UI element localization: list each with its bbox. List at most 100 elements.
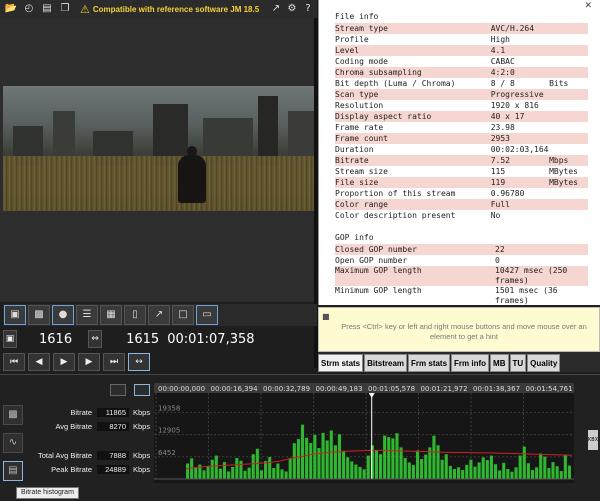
color-channels-button[interactable]: ● [52, 305, 74, 325]
bitrate-bar [481, 457, 485, 479]
graph-mode-toggle[interactable] [110, 384, 126, 396]
timecode: 00:01:07,358 [167, 331, 255, 347]
bitrate-bar [403, 458, 407, 479]
skip-to-start-button[interactable]: ⏮ [3, 353, 25, 371]
bitrate-histogram-icon[interactable]: ▤ [3, 461, 23, 481]
step-back-button[interactable]: ◀ [28, 353, 50, 371]
bitrate-bar [547, 467, 551, 479]
bitrate-bar [399, 447, 403, 479]
fullscreen-button[interactable]: ▭ [196, 305, 218, 325]
file-info-row: Stream size 115 MBytes [335, 166, 588, 177]
info-key: Stream type [335, 24, 388, 33]
bitrate-bar [485, 460, 489, 479]
info-key: Scan type [335, 90, 379, 99]
frame-end-icon[interactable]: ⇔ [88, 330, 103, 348]
info-value: 23.98 [490, 123, 515, 132]
gear-icon[interactable]: ⚙ [285, 2, 299, 16]
info-unit: Mbps [549, 156, 569, 165]
bitrate-bar [465, 464, 469, 479]
frame-start-icon[interactable]: ▣ [3, 330, 17, 348]
info-key: Color description present [335, 211, 456, 220]
tab-strm-stats[interactable]: Strm stats [318, 354, 364, 372]
info-key: Bitrate [335, 156, 369, 165]
line-chart-icon[interactable]: ∿ [3, 433, 23, 453]
bitrate-bar [374, 450, 378, 479]
info-unit [549, 210, 588, 221]
file-info-row: File size 119 MBytes [335, 177, 588, 188]
info-value: 119 [490, 178, 506, 187]
info-unit [549, 133, 588, 144]
bitrate-bar [518, 455, 522, 479]
warning-icon: ⚠ [80, 2, 90, 16]
bitrate-bar [190, 458, 194, 479]
skip-to-end-button[interactable]: ⏭ [103, 353, 125, 371]
info-value: 0.96780 [490, 189, 525, 198]
bitrate-bar [259, 470, 264, 479]
macroblock-button[interactable]: ▯ [124, 305, 146, 325]
top-toolbar: 📂 ◴ ▤ ❐ ⚠ Compatible with reference soft… [0, 0, 317, 18]
tab-tu[interactable]: TU [509, 354, 527, 372]
bitrate-bar [493, 464, 498, 479]
info-value: AVC/H.264 [490, 24, 535, 33]
copy-icon[interactable]: ❐ [58, 2, 72, 16]
info-unit [549, 89, 588, 100]
overlay-button[interactable]: □ [172, 305, 194, 325]
bitrate-bar [559, 471, 563, 479]
tab-bitstream[interactable]: Bitstream [364, 354, 408, 372]
bitrate-chart[interactable]: 00:00:00,000 00:00:16,394 00:00:32,789 00:0… [154, 383, 574, 483]
info-key: File size [335, 178, 379, 187]
step-forward-button[interactable]: ▶ [78, 353, 100, 371]
export-icon[interactable]: ↗ [269, 2, 283, 16]
bitrate-bar [535, 467, 539, 479]
app-window: 📂 ◴ ▤ ❐ ⚠ Compatible with reference soft… [0, 0, 600, 501]
bar-chart-icon[interactable]: ▩ [3, 405, 23, 425]
grid-button[interactable]: ▦ [100, 305, 122, 325]
tab-mb[interactable]: MB [490, 354, 509, 372]
bitrate-bar [436, 445, 440, 479]
bitrate-bar [272, 467, 276, 479]
play-button[interactable]: ▶ [53, 353, 75, 371]
bitrate-bar [469, 459, 473, 479]
stat-bitrate: Bitrate 11865 Kbps [70, 408, 151, 417]
info-unit [549, 111, 588, 122]
bitrate-bar [218, 468, 222, 479]
bitrate-bar [543, 456, 547, 479]
bitrate-bar [387, 437, 391, 479]
info-value: 1501 msec (36 frames) [495, 286, 558, 305]
close-icon[interactable]: ✕ [584, 1, 592, 11]
bitrate-bar [448, 465, 452, 479]
bitrate-bar [354, 464, 358, 479]
info-panel: ✕ File info Stream type AVC/H.264 Profile H… [318, 0, 600, 305]
display-mode-button[interactable]: ▣ [4, 305, 26, 325]
bitrate-bar [506, 469, 510, 479]
y-tick-label: 19358 [158, 404, 180, 412]
clock-icon[interactable]: ◴ [22, 2, 36, 16]
split-view-button[interactable]: ▩ [28, 305, 50, 325]
tab-frm-info[interactable]: Frm info [451, 354, 490, 372]
fit-width-button[interactable]: ↔ [128, 353, 150, 371]
info-key: Chroma subsampling [335, 68, 422, 77]
list-view-button[interactable]: ☰ [76, 305, 98, 325]
info-value: 7.52 [490, 156, 510, 165]
motion-vector-button[interactable]: ↗ [148, 305, 170, 325]
video-frame[interactable] [3, 86, 314, 211]
bitrate-bar [227, 471, 231, 479]
x-tick-label: 00:00:49,183 [316, 385, 363, 393]
timer-icon[interactable] [134, 384, 150, 396]
kbx-side-tab[interactable]: KBX [588, 430, 598, 450]
tab-frm-stats[interactable]: Frm stats [408, 354, 451, 372]
info-key: Level [335, 46, 360, 55]
info-key: Display aspect ratio [335, 112, 432, 121]
files-icon[interactable]: ▤ [40, 2, 54, 16]
info-key: Duration [335, 145, 374, 154]
folder-open-icon[interactable]: 📂 [4, 2, 18, 16]
tab-quality[interactable]: Quality [527, 354, 561, 372]
bitrate-bar [510, 471, 514, 479]
pin-icon[interactable]: ■ [322, 312, 330, 321]
info-key: Color range [335, 200, 388, 209]
help-icon[interactable]: ? [301, 2, 315, 16]
info-unit [549, 67, 588, 78]
info-value: 10427 msec (250 frames) [495, 266, 568, 285]
bitrate-bar [358, 466, 362, 479]
gop-info-row: Minimum GOP length 1501 msec (36 frames) [335, 286, 588, 305]
